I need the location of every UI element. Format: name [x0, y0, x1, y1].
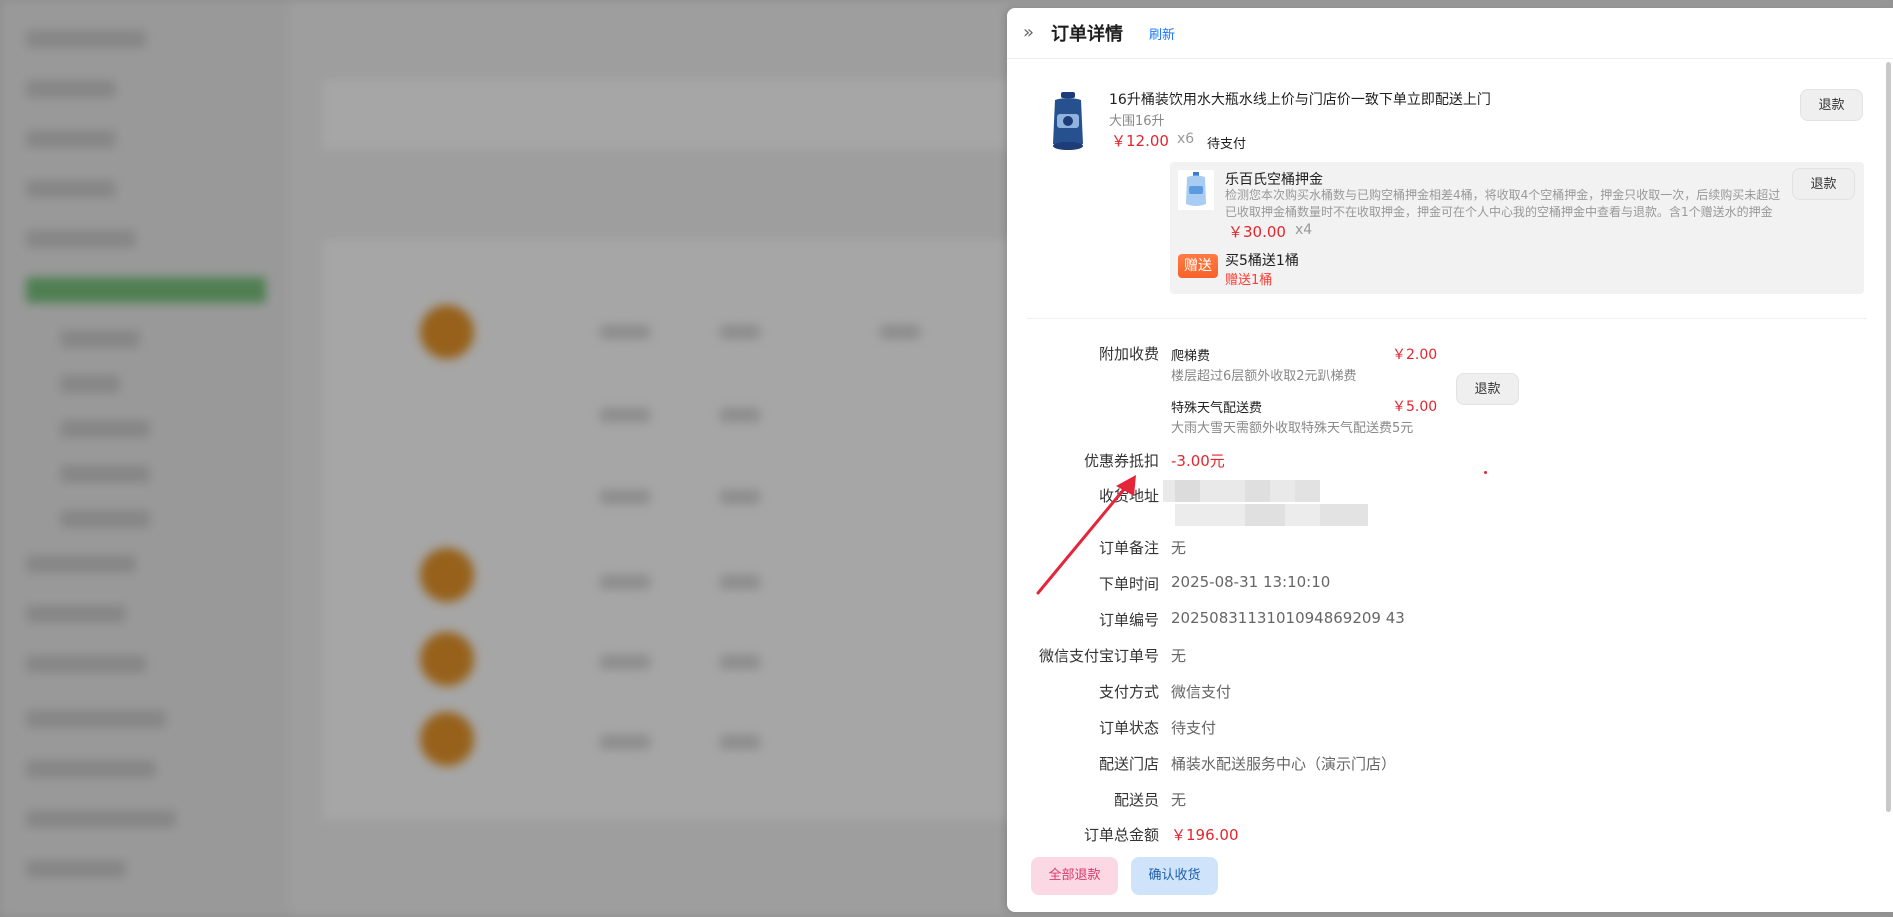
fee-desc: 楼层超过6层额外收取2元趴梯费 — [1171, 369, 1357, 384]
order-no-value: 2025083113101094869209 43 — [1171, 609, 1405, 627]
double-chevron-right-icon[interactable]: » — [1023, 24, 1041, 42]
fee-price: ￥5.00 — [1392, 399, 1438, 415]
deposit-title: 乐百氏空桶押金 — [1225, 172, 1323, 188]
deposit-description: 检测您本次购买水桶数与已购空桶押金相差4桶，将收取4个空桶押金，押金只收取一次，… — [1225, 188, 1781, 219]
deposit-price: ￥30.00 — [1228, 223, 1286, 241]
gift-title: 买5桶送1桶 — [1225, 253, 1299, 269]
refresh-link[interactable]: 刷新 — [1149, 24, 1175, 43]
total-value: ￥196.00 — [1171, 826, 1239, 844]
courier-label: 配送员 — [1113, 791, 1159, 809]
drawer-title: 订单详情 — [1051, 24, 1123, 45]
fee-desc: 大雨大雪天需额外收取特殊天气配送费5元 — [1171, 421, 1414, 436]
product-qty: x6 — [1177, 131, 1195, 147]
coupon-value: -3.00元 — [1171, 452, 1225, 470]
product-refund-button[interactable]: 退款 — [1800, 89, 1863, 121]
order-no-label: 订单编号 — [1098, 611, 1159, 629]
drawer-header: » 订单详情 刷新 — [1007, 8, 1893, 59]
drawer-scrollbar[interactable] — [1886, 62, 1891, 812]
pay-method-label: 支付方式 — [1098, 683, 1159, 701]
product-status: 待支付 — [1207, 137, 1247, 152]
product-name: 16升桶装饮用水大瓶水线上价与门店价一致下单立即配送上门 — [1109, 92, 1491, 108]
order-status-label: 订单状态 — [1098, 719, 1159, 737]
store-value: 桶装水配送服务中心（演示门店） — [1171, 755, 1397, 773]
store-label: 配送门店 — [1098, 755, 1159, 773]
fee-name: 特殊天气配送费 — [1171, 401, 1263, 416]
pay-method-value: 微信支付 — [1171, 683, 1232, 701]
gift-subtitle: 赠送1桶 — [1225, 273, 1273, 288]
wechat-order-no-value: 无 — [1171, 647, 1187, 665]
empty-bucket-image — [1178, 170, 1214, 210]
deposit-qty: x4 — [1295, 222, 1313, 238]
coupon-label: 优惠券抵扣 — [1083, 452, 1159, 470]
fee-name: 爬梯费 — [1171, 349, 1211, 364]
gift-badge: 赠送 — [1178, 254, 1218, 278]
product-price: ￥12.00 — [1111, 132, 1169, 150]
deposit-box: 乐百氏空桶押金 检测您本次购买水桶数与已购空桶押金相差4桶，将收取4个空桶押金，… — [1170, 162, 1864, 294]
section-divider — [1027, 318, 1867, 319]
remark-value: 无 — [1171, 539, 1187, 557]
fees-refund-button[interactable]: 退款 — [1456, 373, 1519, 405]
order-time-label: 下单时间 — [1098, 575, 1159, 593]
fees-label: 附加收费 — [1098, 345, 1159, 363]
order-time-value: 2025-08-31 13:10:10 — [1171, 573, 1331, 591]
total-label: 订单总金额 — [1083, 826, 1159, 844]
address-label: 收货地址 — [1098, 487, 1159, 505]
courier-value: 无 — [1171, 791, 1187, 809]
order-status-value: 待支付 — [1171, 719, 1217, 737]
fee-price: ￥2.00 — [1392, 347, 1438, 363]
refund-all-button[interactable]: 全部退款 — [1031, 857, 1118, 895]
deposit-refund-button[interactable]: 退款 — [1792, 168, 1855, 200]
product-spec: 大围16升 — [1109, 114, 1165, 129]
wechat-order-no-label: 微信支付宝订单号 — [1038, 647, 1159, 665]
confirm-receipt-button[interactable]: 确认收货 — [1131, 857, 1218, 895]
remark-label: 订单备注 — [1098, 539, 1159, 557]
water-bucket-image — [1053, 92, 1083, 150]
annotation-dot — [1484, 471, 1487, 474]
